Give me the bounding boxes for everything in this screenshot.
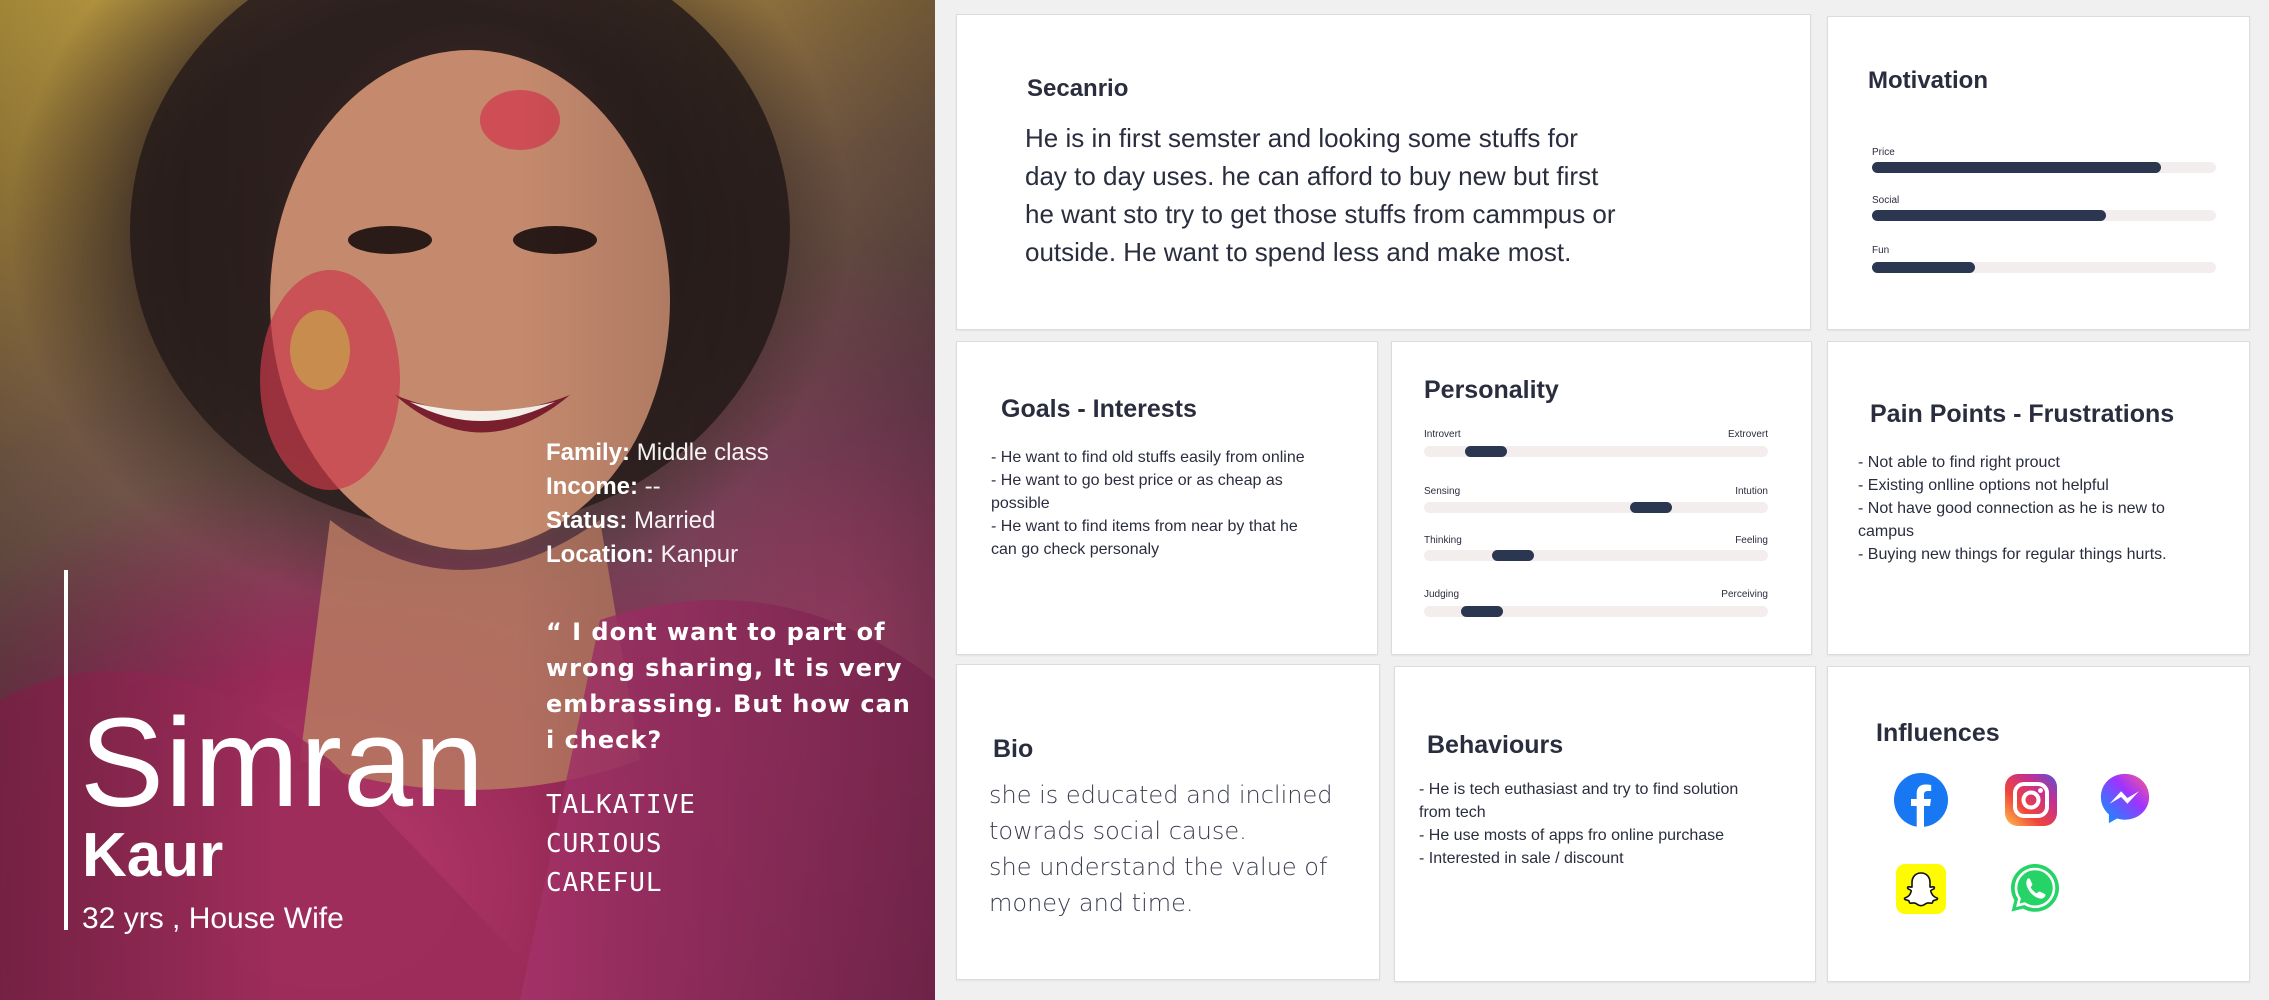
persona-last-name: Kaur	[82, 821, 224, 890]
pain-points-card: Pain Points - Frustrations - Not able to…	[1827, 341, 2250, 655]
personality-slider-sensing-intution	[1424, 502, 1768, 513]
motivation-bar-fill	[1872, 210, 2106, 221]
persona-hero-panel: Simran Kaur 32 yrs , House Wife Family: …	[0, 0, 935, 1000]
snapchat-icon[interactable]	[1894, 862, 1948, 916]
bio-title: Bio	[993, 735, 1034, 763]
personality-label-extrovert: Extrovert	[1727, 429, 1768, 440]
personality-label-introvert: Introvert	[1424, 429, 1461, 440]
motivation-bar-fill	[1872, 262, 1975, 273]
motivation-bar-social	[1872, 210, 2216, 221]
personality-label-judging: Judging	[1424, 589, 1460, 600]
goals-title: Goals - Interests	[1001, 395, 1197, 423]
name-accent-bar	[64, 570, 68, 930]
pain-points-title: Pain Points - Frustrations	[1870, 400, 2175, 428]
demographic-income: Income: --	[546, 473, 661, 500]
scenario-text: He is in first semster and looking some …	[1025, 123, 1616, 267]
persona-traits: TALKATIVE CURIOUS CAREFUL	[546, 786, 696, 903]
demographic-status: Status: Married	[546, 507, 716, 534]
trait-item: TALKATIVE	[546, 790, 696, 820]
bio-text: she is educated and inclined towrads soc…	[989, 781, 1333, 917]
influences-title: Influences	[1876, 719, 2000, 747]
personality-slider-knob	[1492, 550, 1534, 561]
motivation-bar-price	[1872, 162, 2216, 173]
goals-card: Goals - Interests - He want to find old …	[956, 341, 1378, 655]
pain-points-list: - Not able to find right prouct - Existi…	[1858, 454, 2167, 563]
persona-quote: “ I dont want to part of wrong sharing, …	[546, 618, 911, 754]
personality-label-perceiving: Perceiving	[1721, 589, 1768, 600]
personality-label-intution: Intution	[1735, 486, 1768, 497]
persona-age-role: 32 yrs , House Wife	[82, 902, 344, 935]
demographic-family: Family: Middle class	[546, 439, 769, 466]
personality-slider-introvert-extrovert	[1424, 446, 1768, 457]
scenario-title: Secanrio	[1027, 75, 1129, 102]
personality-label-thinking: Thinking	[1424, 535, 1462, 546]
instagram-icon[interactable]	[2004, 773, 2058, 827]
trait-item: CURIOUS	[546, 829, 663, 859]
facebook-icon[interactable]	[1894, 773, 1948, 827]
personality-slider-knob	[1461, 606, 1503, 617]
influences-card: Influences	[1827, 666, 2250, 982]
persona-first-name: Simran	[80, 692, 486, 833]
personality-slider-knob	[1630, 502, 1672, 513]
scenario-card: Secanrio He is in first semster and look…	[956, 14, 1811, 330]
personality-label-sensing: Sensing	[1424, 486, 1461, 497]
behaviours-title: Behaviours	[1427, 731, 1564, 759]
demographics-list: Family: Middle class Income: -- Status: …	[546, 436, 769, 572]
personality-card: Personality Introvert Extrovert Sensing Int…	[1391, 341, 1812, 655]
behaviours-card: Behaviours - He is tech euthasiast and t…	[1394, 666, 1816, 982]
personality-slider-judging-perceiving	[1424, 606, 1768, 617]
personality-slider-thinking-feeling	[1424, 550, 1768, 561]
personality-slider-knob	[1465, 446, 1507, 457]
motivation-title: Motivation	[1868, 67, 1988, 94]
motivation-label-fun: Fun	[1872, 245, 1890, 256]
trait-item: CAREFUL	[546, 868, 663, 898]
goals-list: - He want to find old stuffs easily from…	[991, 449, 1305, 558]
whatsapp-icon[interactable]	[2008, 861, 2062, 915]
motivation-card: Motivation Price Social Fun	[1827, 16, 2250, 330]
motivation-bar-fun	[1872, 262, 2216, 273]
bio-card: Bio she is educated and inclined towrads…	[956, 664, 1380, 980]
personality-label-feeling: Feeling	[1735, 535, 1768, 546]
messenger-icon[interactable]	[2098, 771, 2152, 825]
behaviours-list: - He is tech euthasiast and try to find …	[1419, 781, 1739, 867]
motivation-label-social: Social	[1872, 195, 1900, 206]
motivation-bar-fill	[1872, 162, 2161, 173]
motivation-label-price: Price	[1872, 147, 1895, 158]
personality-title: Personality	[1424, 376, 1559, 404]
demographic-location: Location: Kanpur	[546, 541, 739, 568]
